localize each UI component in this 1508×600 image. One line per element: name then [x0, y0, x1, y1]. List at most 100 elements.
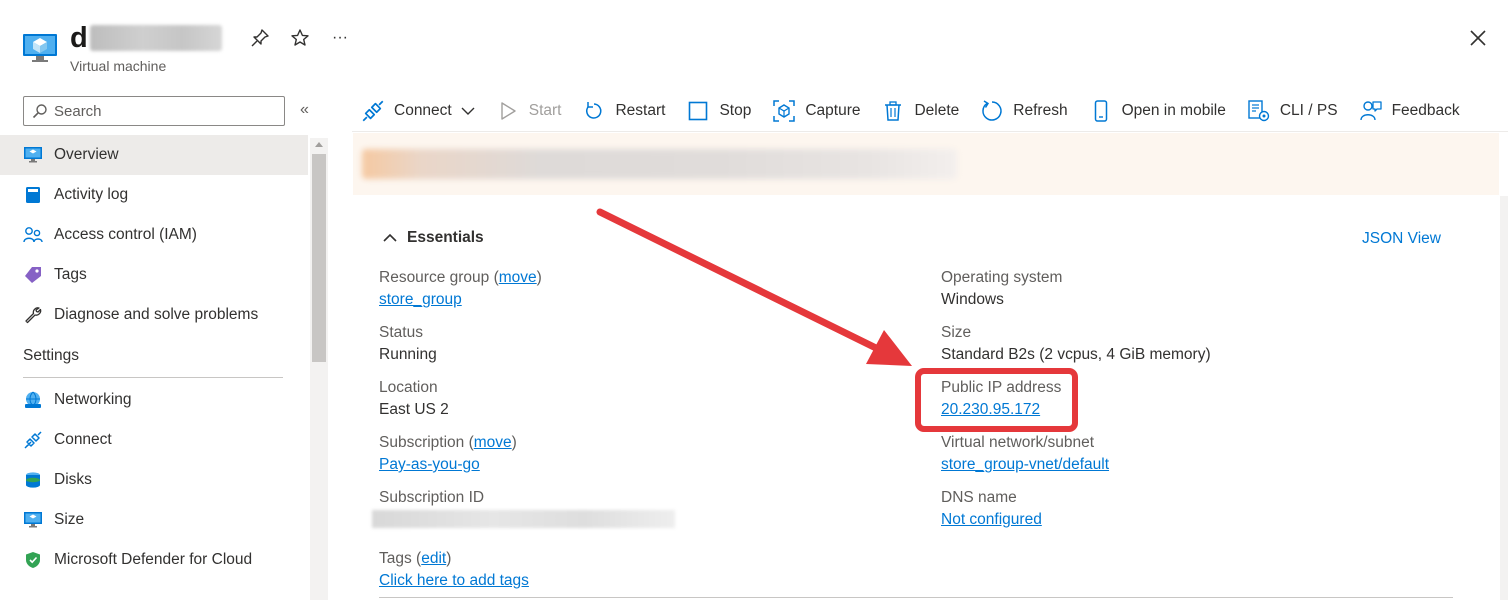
chevron-down-icon[interactable] [461, 106, 475, 116]
main-scrollbar[interactable] [1500, 196, 1508, 600]
tags-label: Tags [379, 550, 412, 567]
resource-group-link[interactable]: store_group [379, 291, 462, 308]
move-link[interactable]: move [474, 434, 512, 451]
sidebar-item-overview[interactable]: Overview [0, 135, 308, 175]
subscription-id-label: Subscription ID [379, 489, 485, 506]
stop-icon [687, 100, 709, 122]
notification-banner [353, 133, 1499, 195]
edit-tags-link[interactable]: edit [421, 550, 446, 567]
page-subtitle: Virtual machine [70, 58, 167, 74]
pin-icon[interactable] [248, 26, 272, 50]
sidebar-item-networking[interactable]: Networking [0, 380, 308, 420]
move-link[interactable]: move [499, 269, 537, 286]
vm-logo-icon [23, 34, 57, 62]
wrench-icon [23, 305, 43, 325]
refresh-button[interactable]: Refresh [981, 100, 1068, 122]
subscription-link[interactable]: Pay-as-you-go [379, 456, 480, 473]
sidebar-item-label: Overview [54, 146, 119, 163]
sidebar-item-label: Access control (IAM) [54, 226, 197, 243]
delete-label: Delete [914, 102, 960, 119]
sidebar-item-label: Tags [54, 266, 87, 283]
sidebar-item-label: Size [54, 511, 85, 528]
sidebar-nav: Overview Activity log Access control (IA… [0, 135, 308, 580]
book-icon [23, 185, 43, 205]
connect-button[interactable]: Connect [362, 100, 475, 122]
shield-icon [23, 550, 43, 570]
sidebar-item-defender[interactable]: Microsoft Defender for Cloud [0, 540, 308, 580]
public-ip-link[interactable]: 20.230.95.172 [941, 401, 1040, 418]
status-label: Status [379, 324, 423, 341]
restart-label: Restart [615, 102, 666, 119]
sidebar-item-size[interactable]: Size [0, 500, 308, 540]
page-title: d [70, 21, 89, 54]
cli-icon [1248, 100, 1270, 122]
redacted-banner-text [362, 149, 957, 179]
sidebar-item-label: Disks [54, 471, 92, 488]
stop-label: Stop [719, 102, 752, 119]
sidebar-item-disks[interactable]: Disks [0, 460, 308, 500]
sidebar-item-tags[interactable]: Tags [0, 255, 308, 295]
sidebar-scrollbar[interactable] [310, 138, 328, 600]
redacted-title [90, 25, 223, 51]
cli-ps-button[interactable]: CLI / PS [1248, 100, 1338, 122]
delete-button[interactable]: Delete [882, 100, 959, 122]
search-placeholder: Search [54, 102, 102, 120]
start-button[interactable]: Start [497, 100, 562, 122]
settings-section-heading: Settings [23, 347, 80, 364]
tags-property: Tags (edit) Click here to add tags [379, 550, 529, 589]
refresh-icon [981, 100, 1003, 122]
capture-label: Capture [805, 102, 861, 119]
mobile-icon [1090, 100, 1112, 122]
globe-icon [23, 390, 43, 410]
restart-button[interactable]: Restart [583, 100, 665, 122]
essentials-heading: Essentials [407, 229, 484, 246]
resource-group-property: Resource group (move) store_group [379, 269, 542, 308]
sidebar-item-connect[interactable]: Connect [0, 420, 308, 460]
resource-group-label: Resource group [379, 269, 490, 286]
stop-button[interactable]: Stop [687, 100, 751, 122]
play-icon [497, 100, 519, 122]
sidebar-item-access-control[interactable]: Access control (IAM) [0, 215, 308, 255]
sidebar-item-activity-log[interactable]: Activity log [0, 175, 308, 215]
start-label: Start [528, 102, 562, 119]
tag-icon [23, 265, 43, 285]
command-bar: Connect Start Restart Stop Capture Delet… [362, 96, 1482, 126]
status-value: Running [379, 346, 437, 363]
json-view-link[interactable]: JSON View [1362, 230, 1441, 248]
search-input[interactable]: Search [23, 96, 285, 126]
sidebar-item-label: Activity log [54, 186, 129, 203]
scrollbar-thumb[interactable] [312, 154, 326, 362]
scroll-up-icon[interactable] [315, 142, 323, 147]
public-ip-label: Public IP address [941, 379, 1062, 396]
annotation-arrow-head [866, 330, 912, 366]
essentials-toggle[interactable]: Essentials [383, 229, 484, 247]
os-value: Windows [941, 291, 1004, 308]
blade-header: d Virtual machine ··· [0, 0, 1508, 90]
add-tags-link[interactable]: Click here to add tags [379, 572, 529, 589]
disk-icon [23, 470, 43, 490]
vnet-link[interactable]: store_group-vnet/default [941, 456, 1109, 473]
dns-property: DNS name Not configured [941, 487, 1042, 531]
divider [352, 131, 1508, 132]
feedback-button[interactable]: Feedback [1359, 100, 1460, 122]
sidebar-item-label: Connect [54, 431, 112, 448]
sidebar-item-label: Networking [54, 391, 132, 408]
open-in-mobile-button[interactable]: Open in mobile [1090, 100, 1226, 122]
feedback-label: Feedback [1391, 102, 1460, 119]
dns-link[interactable]: Not configured [941, 511, 1042, 528]
sidebar-item-diagnose[interactable]: Diagnose and solve problems [0, 295, 308, 335]
more-icon[interactable]: ··· [328, 26, 352, 50]
close-icon[interactable] [1466, 26, 1490, 50]
star-icon[interactable] [288, 26, 312, 50]
collapse-sidebar-button[interactable]: « [300, 101, 309, 119]
cli-ps-label: CLI / PS [1279, 102, 1338, 119]
os-property: Operating system Windows [941, 267, 1062, 311]
location-property: Location East US 2 [379, 377, 449, 421]
plug-icon [23, 430, 43, 450]
annotation-arrow-shaft [596, 208, 884, 354]
status-property: Status Running [379, 322, 437, 366]
capture-button[interactable]: Capture [773, 100, 860, 122]
redacted-subscription-id [372, 510, 675, 528]
vnet-property: Virtual network/subnet store_group-vnet/… [941, 432, 1109, 476]
size-label: Size [941, 324, 972, 341]
